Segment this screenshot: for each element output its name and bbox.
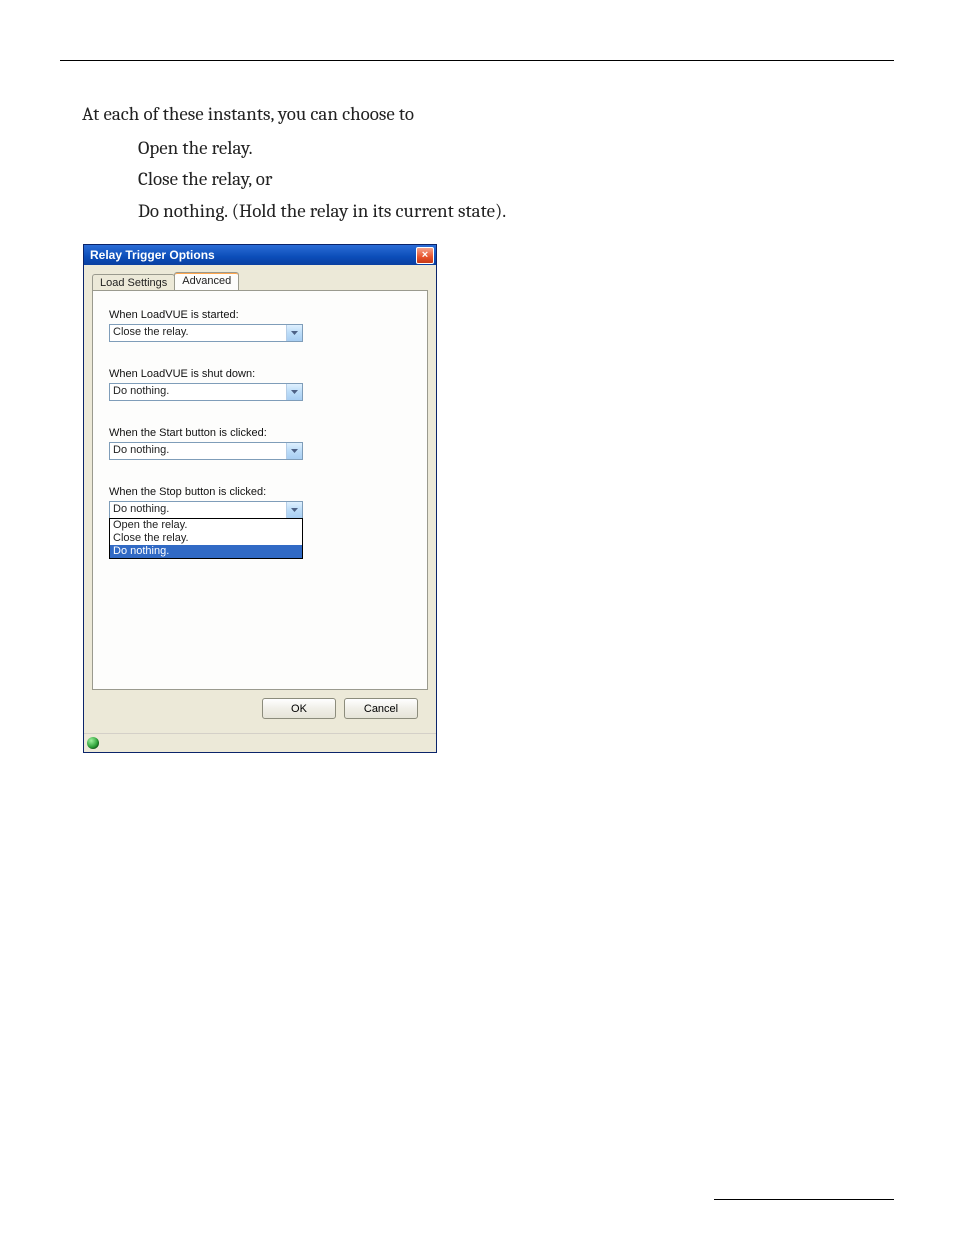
ok-button[interactable]: OK bbox=[262, 698, 336, 719]
footer-rule bbox=[714, 1199, 894, 1200]
tab-advanced[interactable]: Advanced bbox=[174, 272, 239, 290]
field-shutdown: When LoadVUE is shut down: Do nothing. bbox=[109, 368, 411, 401]
option-open-relay[interactable]: Open the relay. bbox=[110, 519, 302, 532]
tab-load-settings-label: Load Settings bbox=[100, 277, 167, 289]
relay-trigger-options-dialog: Relay Trigger Options × Load Settings Ad… bbox=[83, 244, 437, 753]
combo-started-value: Close the relay. bbox=[110, 325, 286, 341]
combo-stop-button-listbox[interactable]: Open the relay. Close the relay. Do noth… bbox=[109, 518, 303, 559]
options-list: Open the relay. Close the relay, or Do n… bbox=[82, 135, 894, 226]
field-stop-button: When the Stop button is clicked: Do noth… bbox=[109, 486, 411, 559]
combo-started[interactable]: Close the relay. bbox=[109, 324, 303, 342]
chevron-down-icon bbox=[286, 384, 302, 400]
combo-shutdown-value: Do nothing. bbox=[110, 384, 286, 400]
page-rule-top bbox=[60, 60, 894, 61]
option-close-relay[interactable]: Close the relay. bbox=[110, 532, 302, 545]
field-start-button: When the Start button is clicked: Do not… bbox=[109, 427, 411, 460]
chevron-down-icon bbox=[286, 443, 302, 459]
tab-panel-advanced: When LoadVUE is started: Close the relay… bbox=[92, 290, 428, 690]
tab-advanced-label: Advanced bbox=[182, 275, 231, 287]
dialog-footer: OK Cancel bbox=[92, 690, 428, 725]
label-shutdown: When LoadVUE is shut down: bbox=[109, 368, 411, 380]
close-icon: × bbox=[422, 250, 428, 261]
label-stop-button: When the Stop button is clicked: bbox=[109, 486, 411, 498]
combo-stop-button-value: Do nothing. bbox=[110, 502, 286, 518]
combo-shutdown[interactable]: Do nothing. bbox=[109, 383, 303, 401]
titlebar[interactable]: Relay Trigger Options × bbox=[84, 245, 436, 265]
tabs: Load Settings Advanced bbox=[92, 271, 428, 290]
combo-stop-button[interactable]: Do nothing. bbox=[109, 501, 303, 519]
option-open: Open the relay. bbox=[138, 135, 894, 163]
option-do-nothing[interactable]: Do nothing. bbox=[110, 545, 302, 558]
field-started: When LoadVUE is started: Close the relay… bbox=[109, 309, 411, 342]
combo-start-button[interactable]: Do nothing. bbox=[109, 442, 303, 460]
tab-load-settings[interactable]: Load Settings bbox=[92, 274, 175, 290]
close-button[interactable]: × bbox=[416, 247, 434, 264]
statusbar bbox=[84, 733, 436, 752]
cancel-button[interactable]: Cancel bbox=[344, 698, 418, 719]
option-close: Close the relay, or bbox=[138, 166, 894, 194]
combo-start-button-value: Do nothing. bbox=[110, 443, 286, 459]
status-orb-icon bbox=[87, 737, 99, 749]
label-started: When LoadVUE is started: bbox=[109, 309, 411, 321]
option-nothing: Do nothing. (Hold the relay in its curre… bbox=[138, 198, 894, 226]
dialog-title: Relay Trigger Options bbox=[90, 248, 215, 262]
label-start-button: When the Start button is clicked: bbox=[109, 427, 411, 439]
chevron-down-icon bbox=[286, 502, 302, 518]
chevron-down-icon bbox=[286, 325, 302, 341]
intro-text: At each of these instants, you can choos… bbox=[82, 101, 894, 129]
